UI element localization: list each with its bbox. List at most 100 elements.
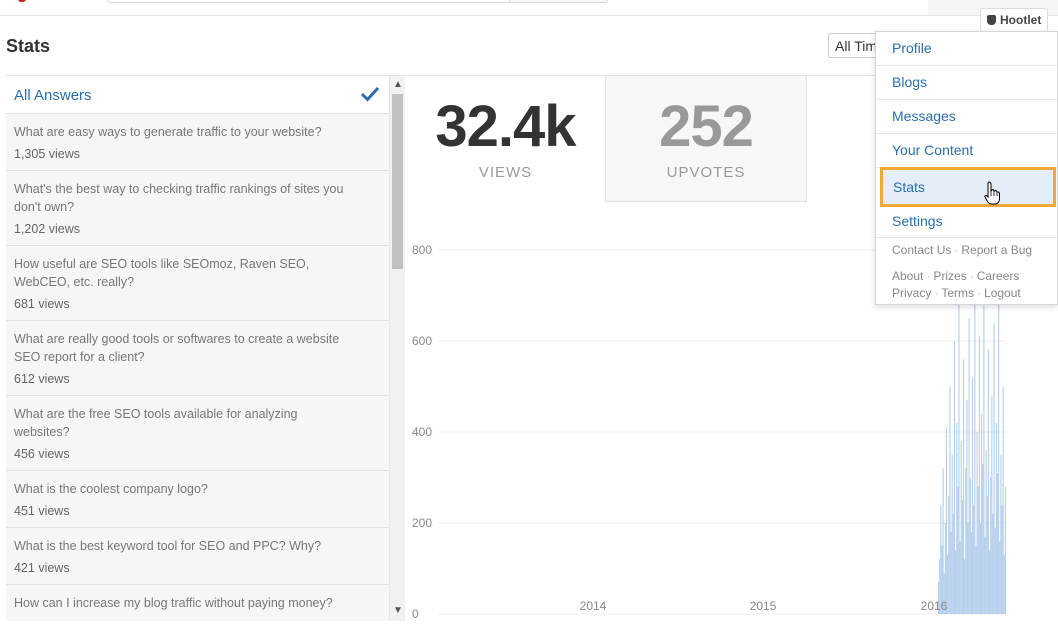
menu-item-label: Stats (893, 179, 925, 195)
answer-views: 1,202 views (14, 222, 81, 236)
report-bug-link[interactable]: Report a Bug (961, 243, 1032, 257)
answer-question: What are really good tools or softwares … (14, 332, 340, 364)
chart-bar (970, 532, 972, 614)
chart-bar (998, 286, 1000, 614)
chart-bar (975, 545, 977, 614)
answer-question: What are easy ways to generate traffic t… (14, 125, 322, 139)
menu-item-profile[interactable]: Profile (876, 32, 1057, 66)
chart-bar (978, 336, 980, 614)
privacy-link[interactable]: Privacy (892, 286, 931, 300)
chart-bar (942, 468, 944, 614)
menu-item-label: Profile (892, 40, 932, 56)
answer-question: What are the free SEO tools available fo… (14, 407, 298, 439)
user-dropdown-menu: Profile Blogs Messages Your Content Stat… (875, 31, 1058, 305)
menu-item-messages[interactable]: Messages (876, 100, 1057, 134)
chart-bar (972, 377, 974, 614)
answer-views: 451 views (14, 504, 70, 518)
y-tick-label: 200 (412, 516, 432, 530)
page-title: Stats (6, 36, 51, 56)
answer-list-item[interactable]: What is the coolest company logo? 451 vi… (6, 471, 389, 528)
answer-list-item[interactable]: What's the best way to checking traffic … (6, 171, 389, 246)
answer-views: 1,305 views (14, 147, 81, 161)
chart-bar (1000, 454, 1002, 614)
chart-bar (974, 268, 976, 614)
chart-bar (976, 432, 978, 614)
y-tick-label: 600 (412, 334, 432, 348)
menu-item-settings[interactable]: Settings (876, 208, 1057, 238)
answer-list-item[interactable]: What are the free SEO tools available fo… (6, 396, 389, 471)
menu-item-stats[interactable]: Stats (880, 167, 1056, 207)
terms-link[interactable]: Terms (941, 286, 974, 300)
answer-views: 421 views (14, 561, 70, 575)
separator-dot: · (926, 269, 931, 283)
chart-bar (985, 450, 987, 614)
answer-list-item[interactable]: What are really good tools or softwares … (6, 321, 389, 396)
views-stat-card[interactable]: 32.4k VIEWS (406, 75, 605, 202)
answer-question: How can I increase my blog traffic witho… (14, 596, 333, 610)
answer-views: 681 views (14, 297, 70, 311)
chart-bar (1003, 554, 1005, 614)
chart-bar (958, 295, 960, 614)
top-bar (0, 0, 1058, 16)
menu-footer-row-2: About · Prizes · Careers (892, 269, 1019, 283)
menu-item-label: Blogs (892, 74, 928, 90)
upvotes-label: UPVOTES (666, 164, 746, 181)
separator-dot: · (934, 286, 939, 300)
hand-cursor-icon (984, 181, 1000, 205)
answer-views: 612 views (14, 372, 70, 386)
chart-bar (956, 422, 958, 614)
chart-bar (960, 441, 962, 614)
answer-list-item[interactable]: What are easy ways to generate traffic t… (6, 114, 389, 171)
all-answers-item[interactable]: All Answers (6, 76, 389, 114)
chart-bar (967, 523, 969, 614)
answer-list-item[interactable]: What is the best keyword tool for SEO an… (6, 528, 389, 585)
careers-link[interactable]: Careers (977, 269, 1020, 283)
chart-bar (961, 500, 963, 614)
x-tick-label: 2016 (921, 599, 948, 613)
answer-views: 456 views (14, 447, 70, 461)
x-tick-label: 2014 (580, 599, 607, 613)
menu-item-blogs[interactable]: Blogs (876, 66, 1057, 100)
chart-bar (979, 523, 982, 614)
answer-question: What is the best keyword tool for SEO an… (14, 539, 322, 553)
menu-item-label: Your Content (892, 142, 974, 158)
chart-bar (953, 341, 955, 614)
views-label: VIEWS (478, 164, 533, 181)
chart-bar (977, 486, 979, 614)
search-button[interactable] (509, 0, 608, 3)
logout-link[interactable]: Logout (984, 286, 1021, 300)
views-count: 32.4k (435, 94, 576, 159)
upvotes-stat-card[interactable]: 252 UPVOTES (605, 75, 807, 202)
chart-bar (1004, 486, 1006, 614)
about-link[interactable]: About (892, 269, 923, 283)
chart-bar (948, 495, 950, 614)
chart-bar (959, 541, 961, 614)
separator-dot: · (969, 269, 974, 283)
chart-bar (990, 477, 992, 614)
search-input[interactable] (108, 0, 510, 3)
scroll-down-arrow-icon[interactable]: ▼ (393, 606, 403, 616)
chart-bar (973, 504, 975, 614)
chart-bar (964, 559, 966, 614)
hootlet-tab[interactable]: Hootlet (980, 8, 1048, 32)
scroll-up-arrow-icon[interactable]: ▲ (393, 80, 403, 90)
contact-us-link[interactable]: Contact Us (892, 243, 951, 257)
chart-bar (982, 463, 984, 614)
menu-footer-row-3: Privacy · Terms · Logout (892, 286, 1021, 300)
site-logo[interactable] (18, 0, 26, 2)
all-answers-label: All Answers (14, 87, 92, 104)
menu-item-label: Messages (892, 108, 956, 124)
chart-bar (1002, 386, 1004, 614)
chart-bar (965, 468, 967, 614)
menu-item-your-content[interactable]: Your Content (876, 134, 1057, 168)
prizes-link[interactable]: Prizes (933, 269, 966, 283)
answer-list-item[interactable]: How useful are SEO tools like SEOmoz, Ra… (6, 246, 389, 321)
y-tick-label: 0 (412, 607, 419, 621)
chart-bar (955, 550, 957, 614)
answer-question: How useful are SEO tools like SEOmoz, Ra… (14, 257, 310, 289)
scrollbar-thumb[interactable] (392, 94, 403, 269)
answer-list-scrollbar[interactable]: ▲ ▼ (389, 76, 405, 621)
answer-question: What's the best way to checking traffic … (14, 182, 344, 214)
answer-list-item[interactable]: How can I increase my blog traffic witho… (6, 585, 389, 621)
third-stat-card[interactable] (807, 75, 877, 202)
